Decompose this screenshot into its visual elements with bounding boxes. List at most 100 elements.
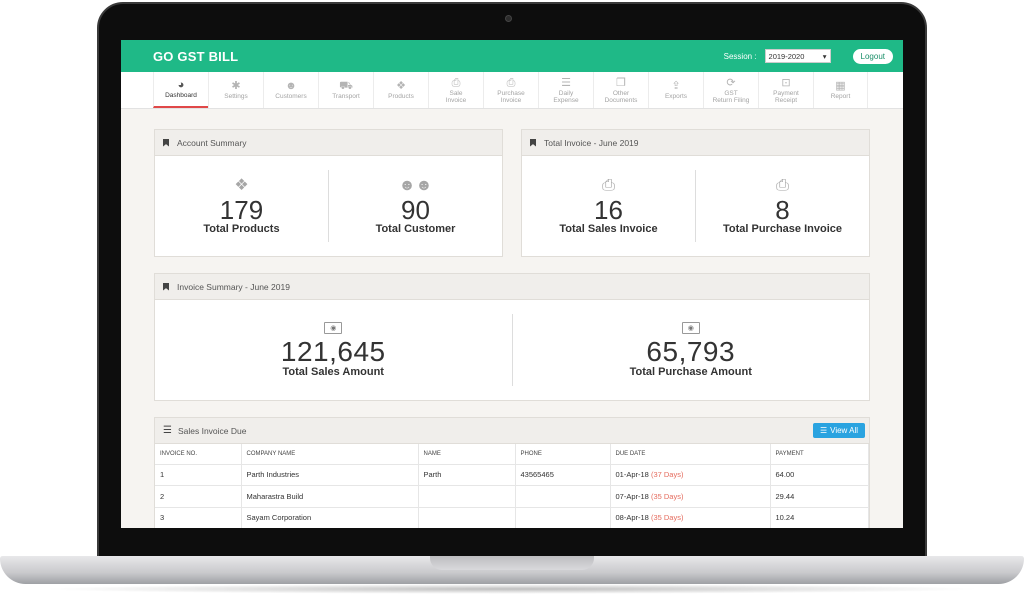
panel-title: Invoice Summary - June 2019 [177,281,290,292]
nav-label: Dashboard [165,92,197,99]
nav-purchase-invoice[interactable]: ⎙ Purchase Invoice [483,72,538,108]
total-sales-invoice-stat[interactable]: ⎙ 16 Total Sales Invoice [522,156,695,256]
stat-value: 121,645 [280,336,386,367]
stat-label: Total Purchase Amount [629,366,752,378]
nav-label: Settings [224,93,248,100]
invoice-no-cell: 2 [155,485,242,508]
stat-value: 90 [401,195,430,225]
laptop-notch [430,556,594,570]
overdue-days: (35 Days) [650,513,684,523]
cubes-icon: ❖ [396,80,406,92]
due-date-cell: 08-Apr-18 (35 Days) [610,507,771,528]
sales-invoice-due-panel: ☰ Sales Invoice Due ☰ View All INVOICE N… [154,417,870,528]
due-date-cell: 07-Apr-18 (35 Days) [610,485,771,508]
total-sales-amount-stat[interactable]: ◉ 121,645 Total Sales Amount [155,300,512,400]
account-summary-panel: Account Summary ❖ 179 Total Products ☻☻ … [154,129,503,257]
nav-exports[interactable]: ⇪ Exports [648,72,703,108]
nav-label: Products [388,93,414,100]
nav-gst-return-filing[interactable]: ⟳ GST Return Filing [703,72,758,108]
table-row[interactable]: 3 Sayam Corporation 08-Apr-18 (35 Days) … [155,507,869,528]
nav-label: Expense [553,96,579,104]
company-cell: Parth Industries [241,464,419,486]
list-icon: ☰ [819,426,828,435]
invoice-no-cell: 3 [155,507,242,528]
report-icon: ▦ [835,80,846,92]
table-header-row: INVOICE NO. COMPANY NAME NAME PHONE DUE … [155,444,869,465]
panel-header: Total Invoice - June 2019 [522,130,869,156]
column-header[interactable]: DUE DATE [610,444,771,465]
payment-cell: 64.00 [770,464,869,486]
nav-sale-invoice[interactable]: ⎙ Sale Invoice [428,72,483,108]
bookmark-icon [163,138,169,147]
session-value: 2019-2020 [768,51,805,61]
stat-row: ◉ 121,645 Total Sales Amount ◉ 65,793 To… [155,300,869,400]
nav-report[interactable]: ▦ Report [813,72,868,108]
column-header[interactable]: PHONE [515,444,611,465]
gear-icon: ✱ [231,80,241,92]
name-cell [418,485,516,508]
panel-title: Total Invoice - June 2019 [544,137,639,148]
nav-daily-expense[interactable]: ☰ Daily Expense [538,72,593,108]
table-row[interactable]: 1 Parth Industries Parth 43565465 01-Apr… [155,464,869,486]
users-icon: ☻ [285,80,297,92]
nav-products[interactable]: ❖ Products [373,72,428,108]
phone-cell: 43565465 [515,464,611,486]
panel-header: Invoice Summary - June 2019 [155,274,869,300]
nav-payment-receipt[interactable]: ⊡ Payment Receipt [758,72,813,108]
view-all-label: View All [830,426,858,435]
session-select[interactable]: 2019-2020 ▾ [764,49,831,63]
company-cell: Sayam Corporation [241,507,419,528]
nav-transport[interactable]: ⛟ Transport [318,72,373,108]
invoice-no-cell: 1 [155,464,242,486]
table-row[interactable]: 2 Maharastra Build 07-Apr-18 (35 Days) 2… [155,485,869,508]
dashboard-icon: ◕ [177,79,185,91]
total-customer-stat[interactable]: ☻☻ 90 Total Customer [328,170,502,242]
view-all-button[interactable]: ☰ View All [812,423,865,438]
stat-value: 16 [594,195,623,225]
phone-cell [515,507,611,528]
documents-icon: ❐ [616,76,626,89]
name-cell: Parth [418,464,516,486]
total-products-stat[interactable]: ❖ 179 Total Products [155,156,328,256]
stat-value: 179 [219,195,264,225]
nav-dashboard[interactable]: ◕ Dashboard [153,72,208,108]
column-header[interactable]: COMPANY NAME [241,444,419,465]
truck-icon: ⛟ [339,80,353,92]
printer-icon: ⎙ [602,177,615,194]
overdue-days: (35 Days) [650,491,684,501]
money-icon: ◉ [324,322,343,334]
column-header[interactable]: INVOICE NO. [155,444,242,465]
nav-other-documents[interactable]: ❐ Other Documents [593,72,648,108]
printer-icon: ⎙ [451,76,461,89]
sales-due-table: INVOICE NO. COMPANY NAME NAME PHONE DUE … [155,444,869,528]
stat-row: ⎙ 16 Total Sales Invoice ⎙ 8 Total Purch… [522,156,869,256]
total-purchase-invoice-stat[interactable]: ⎙ 8 Total Purchase Invoice [695,170,869,242]
nav-label: Other [612,89,630,97]
due-date: 07-Apr-18 [615,491,649,501]
due-date: 01-Apr-18 [615,470,649,480]
total-purchase-amount-stat[interactable]: ◉ 65,793 Total Purchase Amount [511,314,870,386]
nav-settings[interactable]: ✱ Settings [208,72,263,108]
column-header[interactable]: NAME [418,444,516,465]
main-nav: ◕ Dashboard ✱ Settings ☻ Customers ⛟ Tra… [121,72,903,109]
overdue-days: (37 Days) [650,470,684,480]
upload-icon: ⇪ [671,80,681,92]
cubes-icon: ❖ [234,177,249,194]
panel-header: Account Summary [155,130,502,156]
stat-row: ❖ 179 Total Products ☻☻ 90 Total Custome… [155,156,502,256]
stat-label: Total Products [203,223,280,235]
nav-label: Purchase [497,89,525,97]
nav-label: Transport [332,93,360,100]
invoice-summary-panel: Invoice Summary - June 2019 ◉ 121,645 To… [154,273,870,401]
stat-label: Total Sales Amount [282,366,384,378]
logout-button[interactable]: Logout [852,48,893,64]
nav-label: Customers [275,93,307,100]
printer-icon: ⎙ [506,76,516,89]
brand-logo[interactable]: GO GST BILL [153,49,238,64]
due-date-cell: 01-Apr-18 (37 Days) [610,464,771,486]
column-header[interactable]: PAYMENT [770,444,869,465]
nav-customers[interactable]: ☻ Customers [263,72,318,108]
stat-value: 8 [775,195,790,225]
stat-label: Total Customer [375,223,456,235]
stat-value: 65,793 [646,336,736,367]
